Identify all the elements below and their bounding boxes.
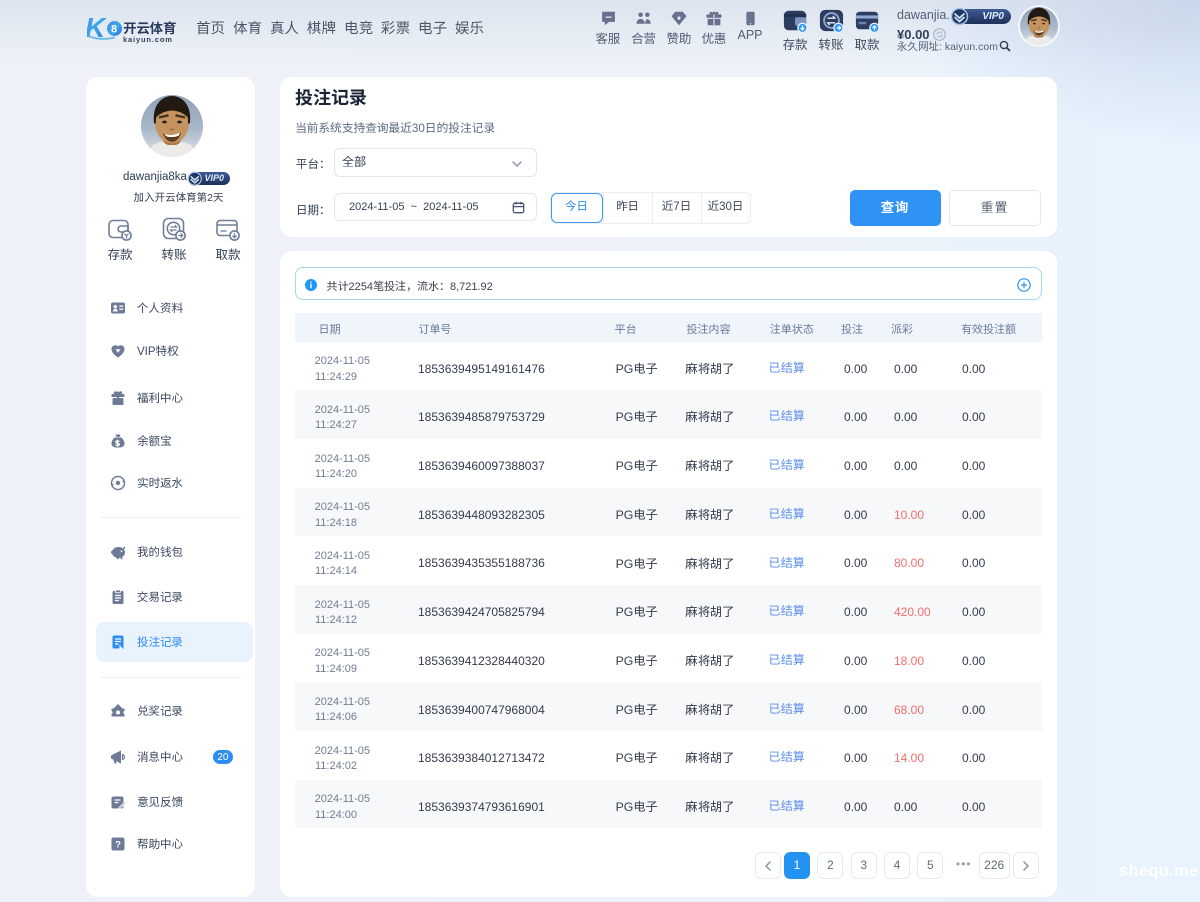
svg-text:8: 8	[111, 24, 117, 36]
svg-text:?: ?	[115, 840, 121, 851]
